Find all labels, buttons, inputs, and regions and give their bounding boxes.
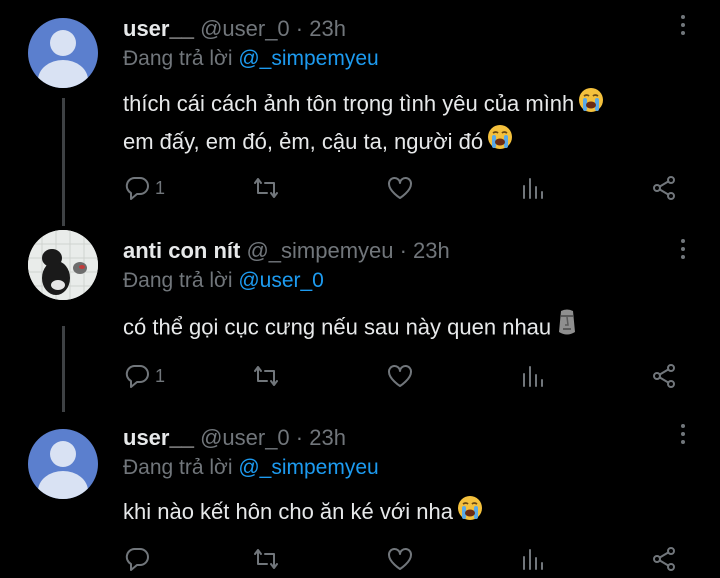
like-button[interactable] [386,173,414,203]
avatar[interactable] [28,18,98,88]
tweet-1[interactable]: user__ @user_0 · 23h Đang trả lời @_simp… [0,0,720,226]
display-name[interactable]: user__ [123,425,194,450]
share-icon [653,176,675,200]
reply-button[interactable]: 1 [123,361,165,391]
moai-icon [555,308,579,349]
tweet-text: khi nào kết hôn cho ăn ké với nha [123,494,683,532]
reply-count: 1 [155,365,166,386]
share-icon [653,364,675,388]
reply-button[interactable] [123,544,155,574]
tweet-text-line: có thể gọi cục cưng nếu sau này quen nha… [123,314,552,340]
avatar[interactable] [28,230,98,300]
handle-and-time: @user_0 · 23h [193,425,346,450]
retweet-icon [254,178,278,198]
reply-button[interactable]: 1 [123,173,165,203]
reply-icon [125,548,149,571]
analytics-icon [523,549,543,570]
tweet-text-line: em đấy, em đó, ẻm, cậu ta, người đó [123,128,484,154]
loudly-crying-face-icon [578,87,604,124]
analytics-icon [523,178,543,199]
retweet-button[interactable] [252,544,280,574]
tweet-text: có thể gọi cục cưng nếu sau này quen nha… [123,308,683,349]
heart-icon [388,365,412,387]
tweet-header: user__ @user_0 · 23h [123,424,346,452]
more-options-icon[interactable] [675,239,691,261]
heart-icon [388,548,412,570]
analytics-icon [523,366,543,387]
views-button[interactable] [519,544,547,574]
replying-to: Đang trả lời @_simpemyeu [123,45,379,73]
replying-to-handle[interactable]: @_simpemyeu [238,456,378,479]
tweet-text: thích cái cách ảnh tôn trọng tình yêu củ… [123,86,683,161]
share-button[interactable] [650,361,678,391]
reply-icon [125,365,149,388]
retweet-button[interactable] [252,361,280,391]
retweet-icon [254,366,278,386]
replying-to-handle[interactable]: @user_0 [238,269,324,292]
replying-to-label: Đang trả lời [123,456,239,479]
like-button[interactable] [386,361,414,391]
share-icon [653,547,675,571]
more-options-icon[interactable] [675,424,691,446]
tweet-actions: 1 [0,361,720,391]
tweet-3[interactable]: user__ @user_0 · 23h Đang trả lời @_simp… [0,412,720,578]
handle-and-time: @_simpemyeu · 23h [240,238,450,263]
heart-icon [388,177,412,199]
replying-to-label: Đang trả lời [123,47,239,70]
share-button[interactable] [650,173,678,203]
tweet-header: anti con nít @_simpemyeu · 23h [123,237,450,265]
reply-count: 1 [155,177,166,198]
display-name[interactable]: anti con nít [123,238,240,263]
display-name[interactable]: user__ [123,16,194,41]
loudly-crying-face-icon [457,495,483,532]
share-button[interactable] [650,544,678,574]
tweet-text-line: khi nào kết hôn cho ăn ké với nha [123,499,453,524]
reply-icon [125,177,149,200]
replying-to-label: Đang trả lời [123,269,239,292]
tweet-actions [0,544,720,574]
tweet-text-line: thích cái cách ảnh tôn trọng tình yêu củ… [123,91,575,116]
tweet-header: user__ @user_0 · 23h [123,15,346,43]
views-button[interactable] [519,361,547,391]
avatar[interactable] [28,429,98,499]
replying-to: Đang trả lời @user_0 [123,267,324,295]
replying-to: Đang trả lời @_simpemyeu [123,454,379,482]
views-button[interactable] [519,173,547,203]
retweet-icon [254,549,278,569]
replying-to-handle[interactable]: @_simpemyeu [238,47,378,70]
like-button[interactable] [386,544,414,574]
retweet-button[interactable] [252,173,280,203]
loudly-crying-face-icon [487,124,513,161]
handle-and-time: @user_0 · 23h [193,16,346,41]
more-options-icon[interactable] [675,15,691,37]
tweet-2[interactable]: anti con nít @_simpemyeu · 23h Đang trả … [0,226,720,412]
tweet-actions: 1 [0,173,720,203]
